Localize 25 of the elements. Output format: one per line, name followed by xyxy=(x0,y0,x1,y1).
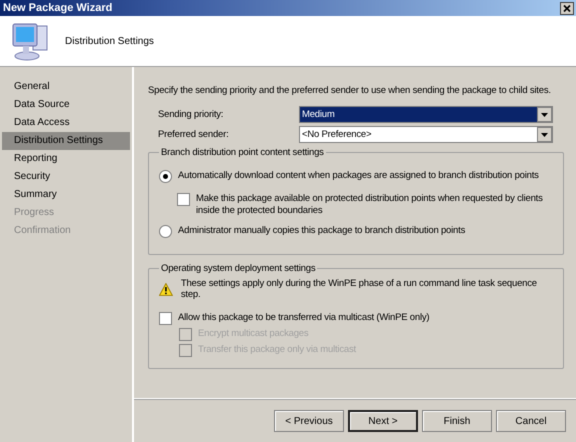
sidebar-item[interactable]: Security xyxy=(2,168,130,186)
option-label: Administrator manually copies this package to branch distribution points xyxy=(178,225,466,236)
sidebar-item[interactable]: Distribution Settings xyxy=(2,132,130,150)
sidebar-item[interactable]: Data Access xyxy=(2,114,130,132)
sidebar-item[interactable]: General xyxy=(2,78,130,96)
field-label: Preferred sender: xyxy=(158,128,230,140)
dropdown[interactable]: <No Preference> xyxy=(299,126,553,142)
warning-text: These settings apply only during the WinPE phase of a run command line task sequence step. xyxy=(180,278,538,300)
option-label: Allow this package to be transferred via multicast (WinPE only) xyxy=(178,312,430,323)
option-label: Automatically download content when packages are assigned to branch distribution points xyxy=(178,170,539,181)
wizard-button[interactable]: Cancel xyxy=(496,410,566,432)
dropdown[interactable]: Medium xyxy=(299,106,553,122)
sidebar-item[interactable]: Data Source xyxy=(2,96,130,114)
group-title: Operating system deployment settings xyxy=(160,263,316,274)
window-title: New Package Wizard xyxy=(3,2,112,14)
option-label: Make this package available on protected distribution points when requested by clients inside the protected boundaries xyxy=(196,193,544,217)
sidebar-item[interactable]: Summary xyxy=(2,186,130,204)
wizard-button[interactable]: < Previous xyxy=(274,410,344,432)
page-heading: Distribution Settings xyxy=(65,36,154,46)
sidebar-item[interactable]: Reporting xyxy=(2,150,130,168)
wizard-button[interactable]: Next > xyxy=(348,410,418,432)
instruction-text: Specify the sending priority and the preferred sender to use when sending the package to child sites. xyxy=(148,85,552,96)
field-label: Sending priority: xyxy=(158,108,224,120)
group-title: Branch distribution point content settings xyxy=(160,147,325,158)
wizard-button[interactable]: Finish xyxy=(422,410,492,432)
